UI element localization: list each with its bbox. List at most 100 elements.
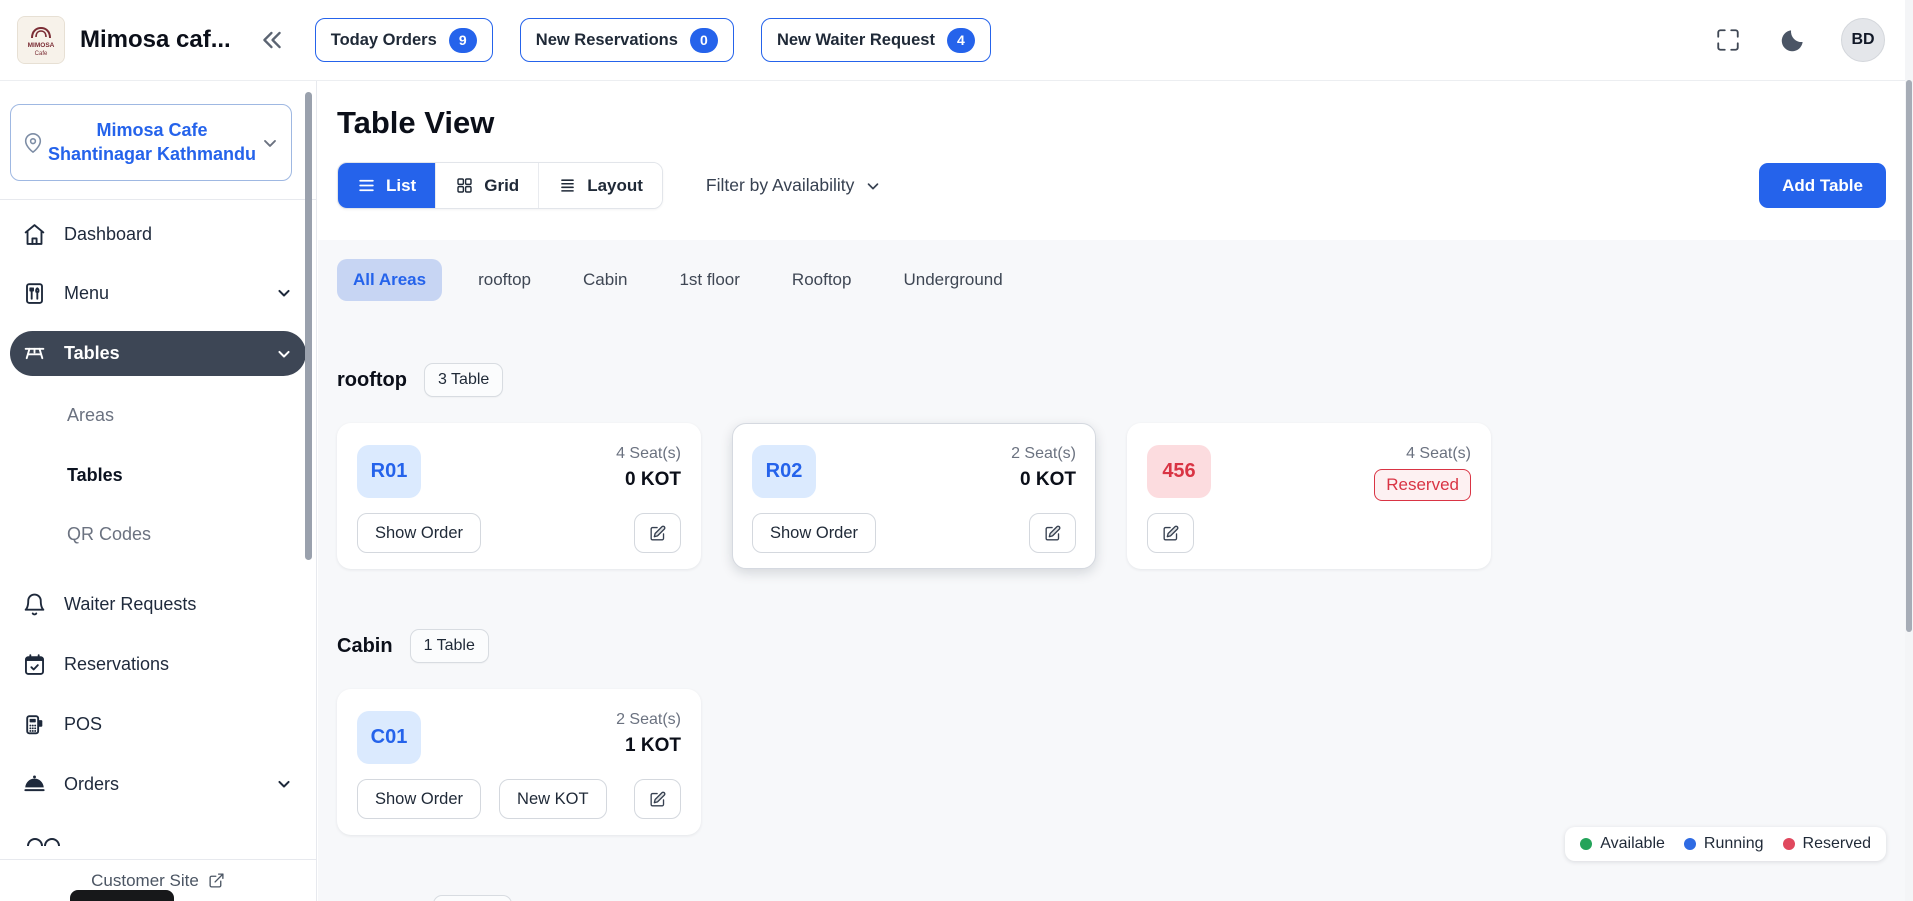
sidebar-subitem-tables[interactable]: Tables: [10, 464, 306, 486]
legend-label: Reserved: [1803, 835, 1871, 853]
pos-terminal-icon: [22, 712, 47, 737]
sidebar-collapse-button[interactable]: [255, 23, 289, 57]
sidebar-item-menu[interactable]: Menu: [10, 273, 306, 313]
section-table-count: 2 Table: [433, 895, 512, 901]
show-order-button[interactable]: Show Order: [357, 513, 481, 553]
area-tab-rooftop[interactable]: rooftop: [462, 259, 547, 301]
table-card-r01: R014 Seat(s)0 KOT Show Order: [337, 423, 701, 569]
view-tab-list[interactable]: List: [338, 163, 436, 208]
add-table-button[interactable]: Add Table: [1759, 163, 1886, 208]
sidebar-item-dashboard[interactable]: Dashboard: [10, 214, 306, 254]
sidebar-subitem-qr-codes[interactable]: QR Codes: [10, 523, 306, 545]
edit-table-button[interactable]: [1147, 513, 1194, 553]
sidebar-item-reservations[interactable]: Reservations: [10, 644, 306, 684]
topbar: MIMOSA Cafe Mimosa caf... Today Orders9N…: [0, 0, 1913, 81]
grid-icon: [455, 176, 474, 195]
show-order-button[interactable]: Show Order: [752, 513, 876, 553]
table-code-badge: R01: [357, 445, 421, 498]
sidebar-item-orders[interactable]: Orders: [10, 764, 306, 804]
fullscreen-button[interactable]: [1713, 25, 1743, 55]
sidebar-item-label: Dashboard: [64, 224, 152, 245]
quick-button-label: Today Orders: [331, 31, 437, 50]
edit-icon: [648, 524, 667, 543]
status-dot: [1684, 838, 1696, 850]
show-order-button[interactable]: Show Order: [357, 779, 481, 819]
fullscreen-icon: [1715, 27, 1741, 53]
card-meta: 2 Seat(s)0 KOT: [1011, 445, 1076, 491]
sidebar-item-label: Waiter Requests: [64, 594, 196, 615]
table-card-r02: R022 Seat(s)0 KOTShow Order: [732, 423, 1096, 569]
page-scrollbar[interactable]: [1905, 0, 1913, 901]
location-pin-icon: [22, 132, 44, 154]
home-icon: [22, 222, 47, 247]
kot-count: 1 KOT: [625, 735, 681, 757]
edit-table-button[interactable]: [634, 779, 681, 819]
quick-button-label: New Waiter Request: [777, 31, 935, 50]
table-code-badge: 456: [1147, 445, 1211, 498]
sidebar-item-label: Orders: [64, 774, 119, 795]
sidebar-item-pos[interactable]: POS: [10, 704, 306, 744]
chevron-down-icon: [274, 344, 294, 364]
quick-button-new-waiter-request[interactable]: New Waiter Request4: [761, 18, 991, 62]
area-tab-underground[interactable]: Underground: [887, 259, 1018, 301]
sidebar-scrollbar[interactable]: [305, 92, 312, 560]
filter-availability-dropdown[interactable]: Filter by Availability: [700, 174, 889, 197]
calendar-check-icon: [22, 652, 47, 677]
page-scrollbar-thumb[interactable]: [1906, 80, 1912, 632]
section-name: Cabin: [337, 635, 393, 658]
filter-label: Filter by Availability: [706, 175, 855, 196]
card-top: R014 Seat(s)0 KOT: [357, 445, 681, 498]
status-legend: AvailableRunningReserved: [1565, 827, 1886, 861]
user-avatar[interactable]: BD: [1841, 18, 1885, 62]
card-actions: Show Order: [752, 513, 1076, 553]
seat-count: 2 Seat(s): [1011, 445, 1076, 463]
sidebar-item-waiter-requests[interactable]: Waiter Requests: [10, 584, 306, 624]
store-selector[interactable]: Mimosa Cafe Shantinagar Kathmandu: [10, 104, 292, 181]
list-icon: [357, 176, 376, 195]
cards-row: R014 Seat(s)0 KOTShow OrderR022 Seat(s)0…: [337, 423, 1886, 569]
people-icon: [22, 834, 66, 846]
section-header-1st-floor: 1st floor2 Table: [337, 895, 1886, 901]
table-card-c01: C012 Seat(s)1 KOTShow OrderNew KOT: [337, 689, 701, 835]
seat-count: 2 Seat(s): [616, 711, 681, 729]
card-top: 4564 Seat(s)Reserved: [1147, 445, 1471, 501]
sidebar-item-label: Tables: [64, 343, 120, 364]
table-scroll-area: All Areas rooftop Cabin 1st floor Rooftop Und…: [318, 240, 1905, 901]
external-link-icon: [208, 872, 225, 889]
section-header-rooftop: rooftop3 Table: [337, 363, 1886, 397]
status-dot: [1783, 838, 1795, 850]
sidebar-subitem-areas[interactable]: Areas: [10, 404, 306, 426]
moon-icon: [1779, 27, 1806, 54]
view-tab-label: List: [386, 176, 416, 196]
edit-table-button[interactable]: [634, 513, 681, 553]
section-table-count: 3 Table: [424, 363, 503, 397]
view-tab-label: Layout: [587, 176, 643, 196]
edit-table-button[interactable]: [1029, 513, 1076, 553]
kot-count: 0 KOT: [625, 469, 681, 491]
new-kot-button[interactable]: New KOT: [499, 779, 607, 819]
menu-book-icon: [22, 281, 47, 306]
area-tab-1st-floor[interactable]: 1st floor: [663, 259, 755, 301]
double-chevron-left-icon: [259, 27, 285, 53]
edit-icon: [1161, 524, 1180, 543]
quick-button-new-reservations[interactable]: New Reservations0: [520, 18, 734, 62]
sidebar-item-label: Menu: [64, 283, 109, 304]
area-tab-rooftop[interactable]: Rooftop: [776, 259, 868, 301]
sidebar-item-tables[interactable]: Tables: [10, 331, 306, 376]
area-tab-all-areas[interactable]: All Areas: [337, 259, 442, 301]
chevron-down-icon: [274, 283, 294, 303]
bell-icon: [22, 592, 47, 617]
toast-stub: [70, 890, 174, 901]
chevron-down-icon: [864, 177, 882, 195]
view-tab-layout[interactable]: Layout: [539, 163, 662, 208]
legend-item-running: Running: [1684, 835, 1764, 853]
app-root: MIMOSA Cafe Mimosa caf... Today Orders9N…: [0, 0, 1913, 901]
area-tab-cabin[interactable]: Cabin: [567, 259, 643, 301]
customer-site-link[interactable]: Customer Site: [91, 871, 199, 891]
quick-button-today-orders[interactable]: Today Orders9: [315, 18, 493, 62]
view-tab-grid[interactable]: Grid: [436, 163, 539, 208]
svg-text:Cafe: Cafe: [35, 51, 48, 57]
layout-rows-icon: [558, 176, 577, 195]
dark-mode-toggle[interactable]: [1777, 25, 1807, 55]
seat-count: 4 Seat(s): [1406, 445, 1471, 463]
